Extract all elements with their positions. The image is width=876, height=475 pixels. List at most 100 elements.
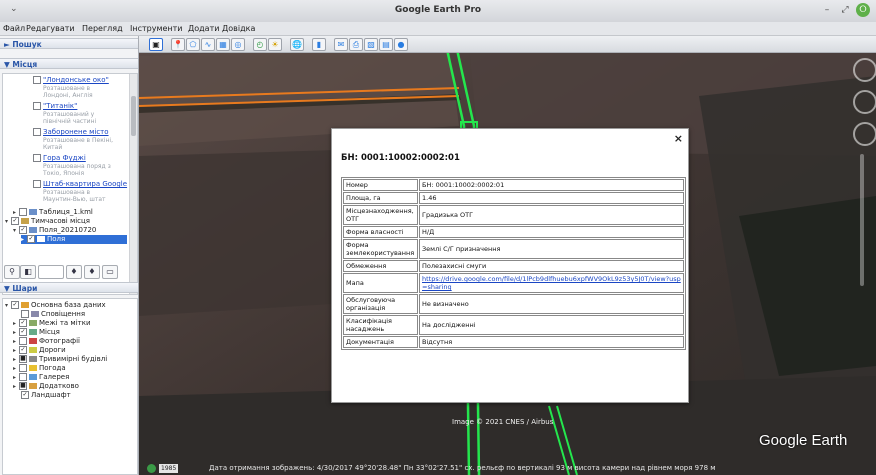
move-up-button[interactable]: ♦	[66, 265, 82, 279]
google-maps-icon[interactable]: ▤	[379, 38, 393, 51]
layer-places[interactable]: ▸ ✓ Місця	[13, 328, 60, 337]
checkbox[interactable]	[33, 128, 41, 136]
table-row: Форма землекористування Землі С/Г признач…	[343, 239, 684, 259]
attributes-table: Номер БН: 0001:10002:0002:01 Площа, га 1.4…	[341, 177, 686, 350]
menu-add[interactable]: Додати	[188, 24, 219, 33]
search-icon[interactable]: ⚲	[4, 265, 20, 279]
look-joystick-icon[interactable]	[853, 90, 876, 114]
place-sub: північній частині	[43, 118, 97, 125]
checkbox[interactable]	[33, 76, 41, 84]
checkbox-checked[interactable]: ✓	[11, 217, 19, 225]
navigation-controls	[852, 58, 876, 298]
table-row: Форма власності Н/Д	[343, 226, 684, 238]
layer-photos[interactable]: ▸ Фотографії	[13, 337, 80, 346]
view-in-tour-icon[interactable]: ▭	[102, 265, 118, 279]
ruler-icon[interactable]: ▮	[312, 38, 326, 51]
menu-file[interactable]: Файл	[3, 24, 25, 33]
layer-notifications[interactable]: Сповіщення	[21, 310, 85, 318]
search-panel-header[interactable]: ► Пошук	[0, 38, 138, 49]
layers-tree: ▾ ✓ Основна база даних Сповіщення ▸ ✓ Межі т…	[2, 298, 138, 475]
menu-view[interactable]: Перегляд	[82, 24, 123, 33]
checkbox[interactable]	[33, 102, 41, 110]
place-sub: Розташоване в Пекіні,	[43, 137, 113, 144]
historical-year-badge[interactable]: 1985	[159, 464, 179, 473]
bell-icon	[31, 311, 39, 317]
places-panel-header[interactable]: ▼ Місця	[0, 58, 138, 69]
earth-icon[interactable]: ●	[394, 38, 408, 51]
sidebar-toggle-icon[interactable]: ▣	[149, 38, 163, 51]
folder-icon	[37, 236, 45, 242]
place-sub: Розташована поряд з	[43, 163, 111, 170]
layer-weather[interactable]: ▸ Погода	[13, 364, 66, 373]
place-sub: Маунтин-Вью, штат	[43, 196, 106, 203]
checkbox[interactable]	[19, 208, 27, 216]
gallery-icon	[29, 374, 37, 380]
title-bar: ⌄ Google Earth Pro – ⤢ ⭘	[0, 0, 876, 23]
tree-item-fields-date[interactable]: ▾ ✓ Поля_20210720	[13, 226, 96, 235]
place-titanic[interactable]: "Титанік"	[33, 102, 77, 110]
place-forbidden-city[interactable]: Заборонене місто	[33, 128, 109, 136]
compass-icon[interactable]	[853, 58, 876, 82]
folder-icon	[29, 227, 37, 233]
checkbox-checked[interactable]: ✓	[19, 226, 27, 234]
tree-item-table-kml[interactable]: ▸ Таблиця_1.kml	[13, 208, 93, 217]
places-tree: "Лондонське око" Розташоване в Лондоні, …	[2, 73, 138, 295]
tour-icon[interactable]: ◎	[231, 38, 245, 51]
menu-tools[interactable]: Інструменти	[130, 24, 183, 33]
checkbox[interactable]	[33, 180, 41, 188]
database-icon	[21, 302, 29, 308]
planet-icon[interactable]: 🌐	[290, 38, 304, 51]
zoom-slider[interactable]	[860, 154, 864, 286]
table-row: Місцезнаходження, ОТГ Градизька ОТГ	[343, 205, 684, 225]
email-icon[interactable]: ✉	[334, 38, 348, 51]
save-image-icon[interactable]: ▧	[364, 38, 378, 51]
road-icon	[29, 347, 37, 353]
minimize-button[interactable]: –	[820, 3, 834, 17]
layers-panel-header[interactable]: ▼ Шари	[0, 282, 138, 293]
maximize-button[interactable]: ⤢	[838, 3, 852, 17]
table-row: Обмеження Полезахисні смуги	[343, 260, 684, 272]
place-sub: Лондоні, Англія	[43, 92, 93, 99]
move-joystick-icon[interactable]	[853, 122, 876, 146]
sunlight-icon[interactable]: ☀	[268, 38, 282, 51]
layer-primary-db[interactable]: ▾ ✓ Основна база даних	[5, 301, 106, 310]
place-sub: Токіо, Японія	[43, 170, 85, 177]
historical-imagery-icon[interactable]: ◴	[253, 38, 267, 51]
place-sub: Китай	[43, 144, 63, 151]
checkbox[interactable]	[33, 154, 41, 162]
menu-bar: Файл Редагувати Перегляд Інструменти Дод…	[0, 22, 876, 36]
panel-toggle-icon[interactable]: ◧	[20, 265, 36, 279]
map-link[interactable]: https://drive.google.com/file/d/1lPcb9dl…	[422, 275, 681, 291]
placemark-icon[interactable]: 📍	[171, 38, 185, 51]
move-down-button[interactable]: ♦	[84, 265, 100, 279]
layer-roads[interactable]: ▸ ✓ Дороги	[13, 346, 66, 355]
photo-icon	[29, 338, 37, 344]
folder-icon	[29, 209, 37, 215]
places-scrollbar[interactable]	[129, 74, 137, 294]
close-icon[interactable]: ×	[674, 132, 683, 145]
tree-item-fields[interactable]: ▸ ✓ Поля	[21, 235, 127, 244]
place-london-eye[interactable]: "Лондонське око"	[33, 76, 109, 84]
place-sub: Розташоване в	[43, 85, 91, 92]
spacer-box	[38, 265, 64, 279]
close-window-button[interactable]: ⭘	[856, 3, 870, 17]
tree-item-temporary-places[interactable]: ▾ ✓ Тимчасові місця	[5, 217, 90, 226]
path-icon[interactable]: ∿	[201, 38, 215, 51]
placemark-balloon: × БН: 0001:10002:0002:01 Номер БН: 0001:1…	[331, 128, 689, 403]
layer-borders[interactable]: ▸ ✓ Межі та мітки	[13, 319, 91, 328]
place-mount-fuji[interactable]: Гора Фуджі	[33, 154, 86, 162]
print-icon[interactable]: ⎙	[349, 38, 363, 51]
layer-more[interactable]: ▸ ■ Додатково	[13, 382, 79, 391]
layer-3d-buildings[interactable]: ▸ ■ Тривимірні будівлі	[13, 355, 107, 364]
overlay-icon[interactable]: ▦	[216, 38, 230, 51]
weather-icon	[29, 365, 37, 371]
place-google-hq[interactable]: Штаб-квартира Google	[33, 180, 127, 188]
menu-edit[interactable]: Редагувати	[26, 24, 75, 33]
borders-icon	[29, 320, 37, 326]
layer-gallery[interactable]: ▸ Галерея	[13, 373, 69, 382]
table-row: Обслуговуюча організація Не визначено	[343, 294, 684, 314]
polygon-icon[interactable]: ⬠	[186, 38, 200, 51]
checkbox-checked[interactable]: ✓	[27, 235, 35, 243]
layer-terrain[interactable]: ✓ Ландшафт	[21, 391, 71, 399]
menu-help[interactable]: Довідка	[222, 24, 255, 33]
